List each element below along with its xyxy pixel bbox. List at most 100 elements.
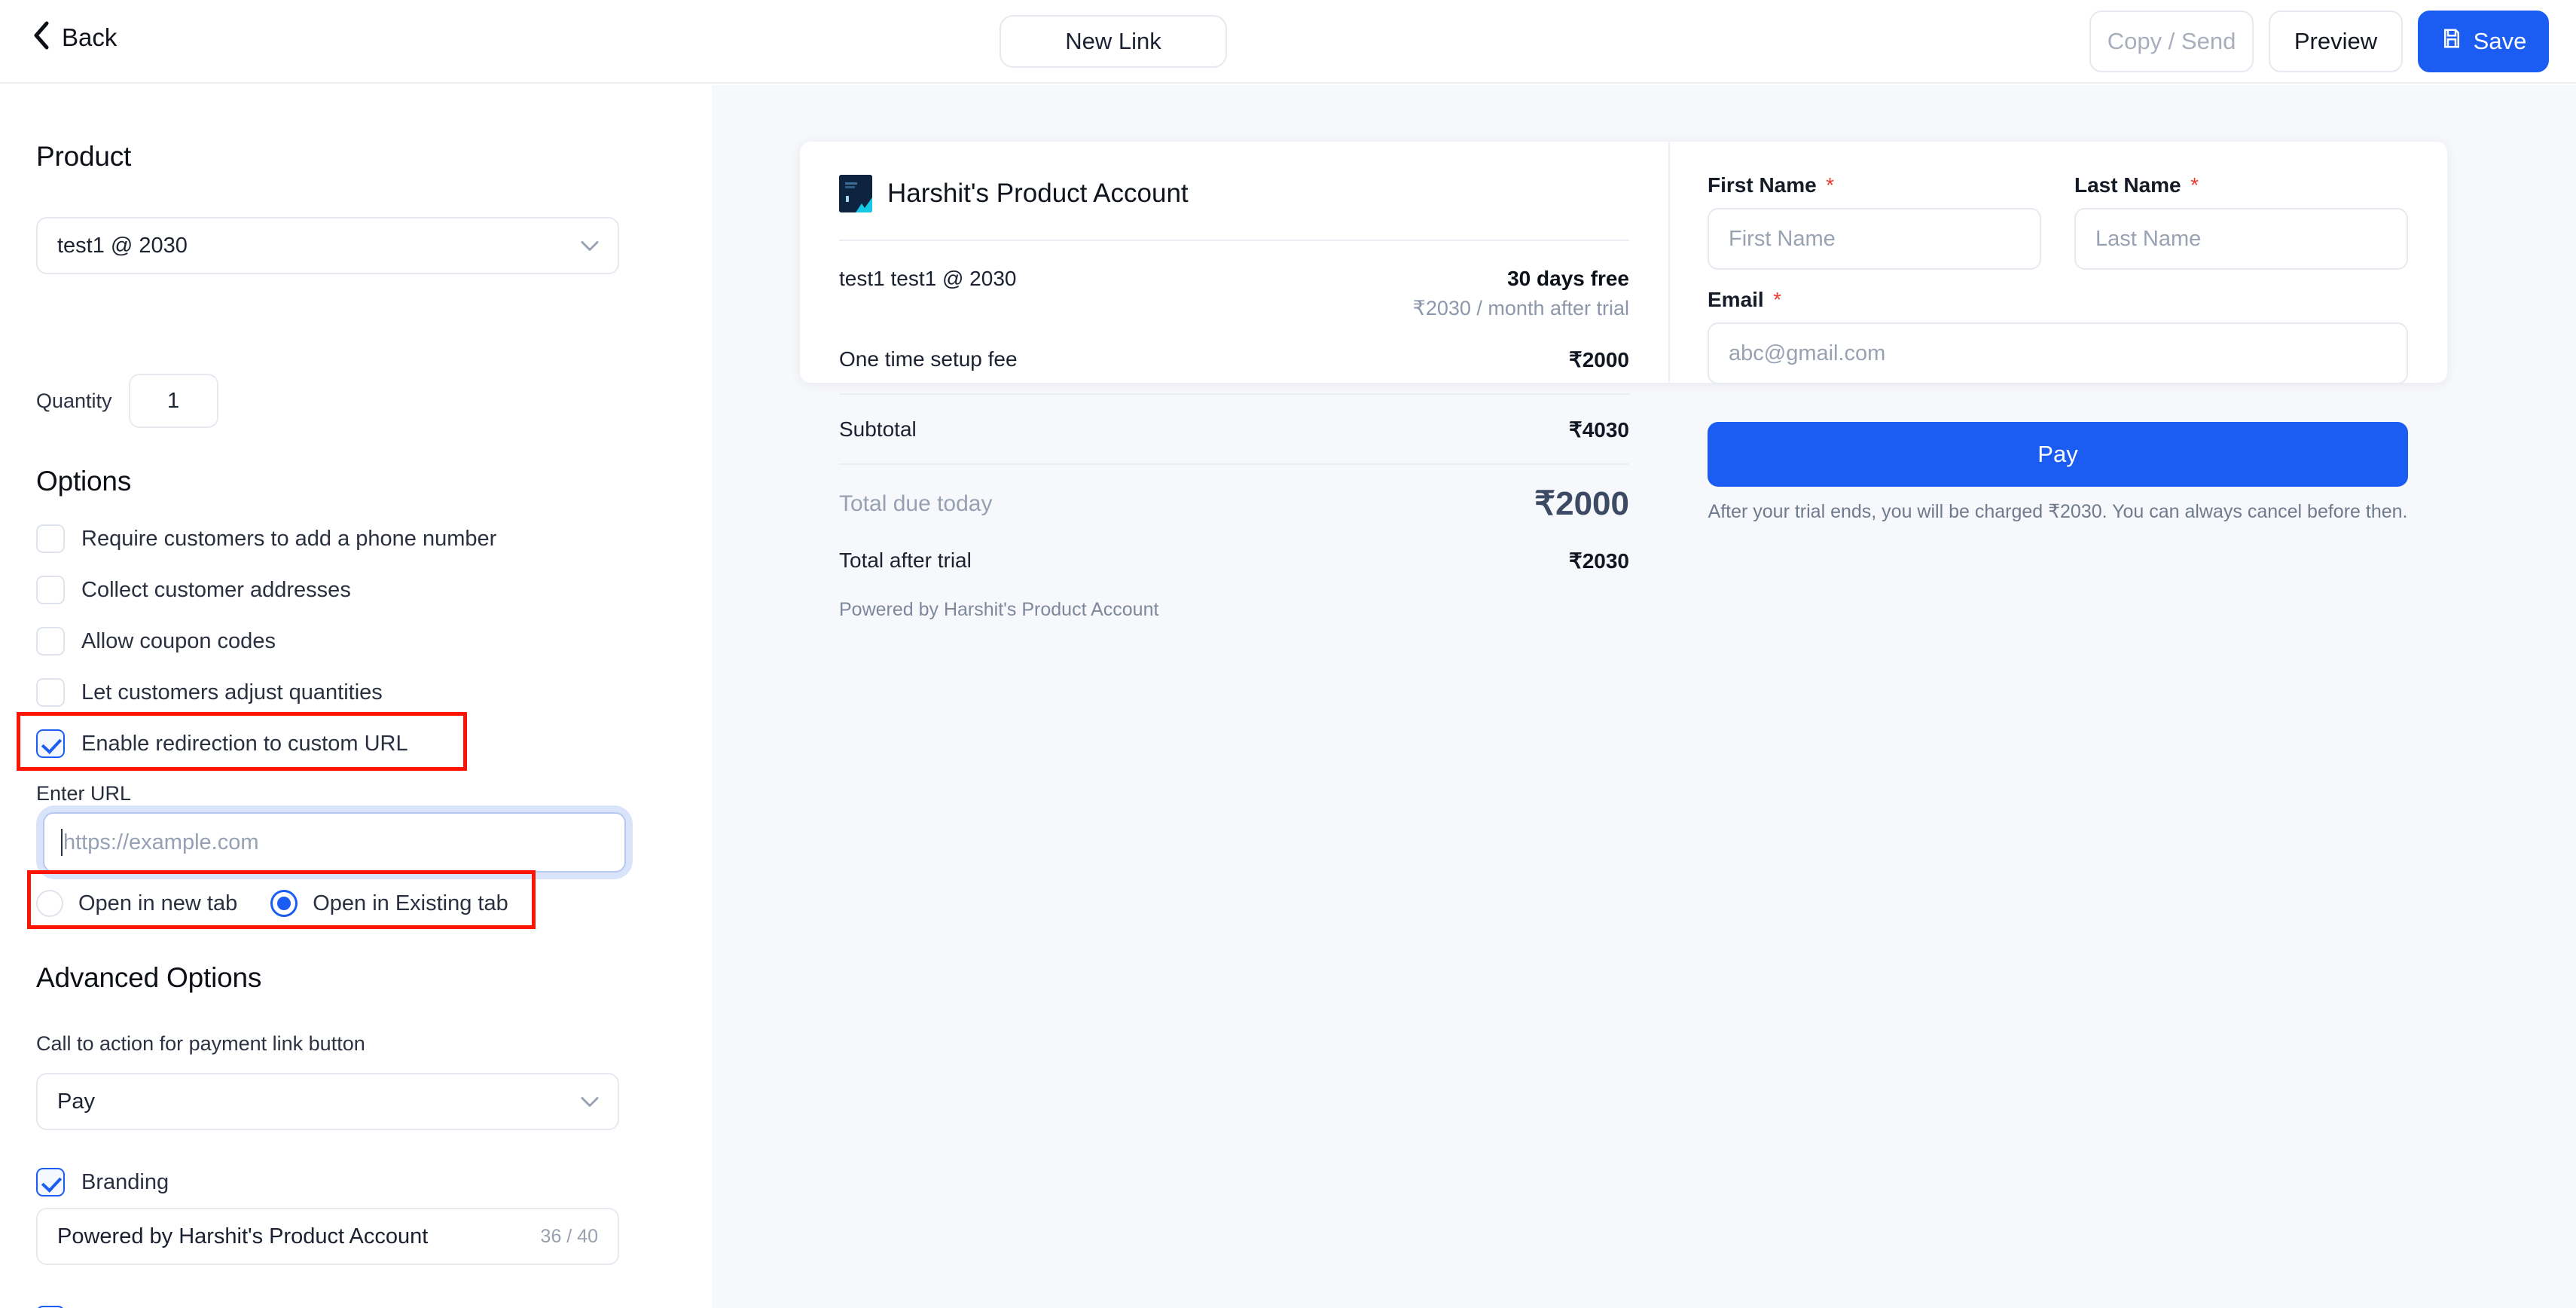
trial-block: 30 days free ₹2030 / month after trial: [1413, 267, 1629, 320]
pay-disclaimer: After your trial ends, you will be charg…: [1708, 501, 2408, 522]
top-bar: Back New Link Copy / Send Preview Save: [0, 0, 2576, 84]
last-name-placeholder: Last Name: [2095, 226, 2202, 251]
trial-subtext: ₹2030 / month after trial: [1412, 297, 1629, 319]
table-row: Subtotal ₹4030: [839, 417, 1629, 442]
option-require-phone[interactable]: Require customers to add a phone number: [36, 524, 496, 553]
total-due-row: Total due today ₹2000: [839, 484, 1629, 523]
trial-headline: 30 days free: [1507, 267, 1629, 290]
advanced-options-heading: Advanced Options: [36, 962, 262, 993]
row-amount: ₹4030: [1568, 418, 1629, 442]
merchant-logo: [839, 175, 872, 212]
radio-existing-tab[interactable]: [270, 890, 298, 917]
topbar-actions: Copy / Send Preview Save: [2089, 11, 2549, 72]
pay-button[interactable]: Pay: [1708, 422, 2408, 487]
option-collect-addresses[interactable]: Collect customer addresses: [36, 576, 351, 604]
url-field-label: Enter URL: [36, 782, 132, 805]
option-adjust-quantities[interactable]: Let customers adjust quantities: [36, 678, 383, 707]
copy-send-button[interactable]: Copy / Send: [2089, 11, 2254, 72]
first-name-label-row: First Name *: [1708, 173, 2041, 197]
radio-new-tab-label: Open in new tab: [78, 891, 238, 915]
merchant-name: Harshit's Product Account: [887, 179, 1189, 208]
email-field[interactable]: abc@gmail.com: [1708, 322, 2408, 384]
checkbox-icon[interactable]: [36, 576, 65, 604]
first-name-field[interactable]: First Name: [1708, 208, 2041, 270]
branding-value: Powered by Harshit's Product Account: [57, 1224, 429, 1248]
divider: [839, 240, 1629, 241]
back-button[interactable]: Back: [33, 21, 117, 53]
row-label: Subtotal: [839, 417, 917, 441]
cta-field-label: Call to action for payment link button: [36, 1032, 365, 1055]
options-heading: Options: [36, 466, 132, 497]
email-placeholder: abc@gmail.com: [1729, 341, 1886, 365]
new-link-chip[interactable]: New Link: [1000, 15, 1227, 68]
total-due-amount: ₹2000: [1534, 485, 1629, 522]
branding-label: Branding: [81, 1169, 169, 1194]
save-button[interactable]: Save: [2418, 11, 2549, 72]
email-label: Email: [1708, 288, 1764, 311]
card-vertical-divider: [1668, 142, 1670, 383]
divider: [839, 393, 1629, 395]
checkbox-icon[interactable]: [36, 524, 65, 553]
url-input[interactable]: https://example.com: [43, 812, 626, 873]
last-name-label-row: Last Name *: [2074, 173, 2408, 197]
quantity-input[interactable]: [128, 374, 218, 428]
back-label: Back: [62, 23, 118, 51]
branding-text-input[interactable]: Powered by Harshit's Product Account 36 …: [36, 1208, 619, 1265]
option-label: Collect customer addresses: [81, 577, 351, 602]
line-item-row: test1 test1 @ 2030 30 days free ₹2030 / …: [839, 267, 1629, 320]
quantity-label: Quantity: [36, 389, 112, 412]
table-row: One time setup fee ₹2000: [839, 347, 1629, 372]
checkout-form-column: First Name * First Name Last Name * Last…: [1668, 142, 2447, 522]
required-asterisk: *: [1773, 288, 1782, 311]
url-placeholder: https://example.com: [63, 830, 259, 854]
checkbox-icon[interactable]: [36, 627, 65, 656]
first-name-label: First Name: [1708, 173, 1817, 197]
radio-existing-tab-label: Open in Existing tab: [313, 891, 508, 915]
preview-summary-column: Harshit's Product Account test1 test1 @ …: [800, 142, 1668, 620]
required-asterisk: *: [1826, 173, 1835, 197]
first-name-placeholder: First Name: [1729, 226, 1836, 251]
chevron-down-icon: [580, 1089, 600, 1114]
save-label: Save: [2473, 28, 2527, 54]
row-amount: ₹2000: [1568, 348, 1629, 371]
chevron-down-icon: [580, 234, 600, 258]
line-item-label: test1 test1 @ 2030: [839, 267, 1017, 290]
total-after-label: Total after trial: [839, 549, 972, 572]
option-branding[interactable]: Branding: [36, 1168, 169, 1196]
url-input-focus-ring: https://example.com: [43, 812, 626, 873]
powered-by-text: Powered by Harshit's Product Account: [839, 599, 1159, 620]
option-label: Allow coupon codes: [81, 628, 276, 653]
chevron-left-icon: [33, 21, 50, 53]
branding-char-counter: 36 / 40: [540, 1225, 598, 1247]
total-after-amount: ₹2030: [1568, 549, 1629, 573]
left-config-panel: Product test1 @ 2030 Quantity Options Re…: [0, 85, 712, 1308]
save-floppy-icon: [2440, 27, 2463, 56]
quantity-row: Quantity: [36, 374, 218, 428]
preview-button[interactable]: Preview: [2269, 11, 2403, 72]
option-label: Require customers to add a phone number: [81, 526, 497, 551]
radio-new-tab[interactable]: [36, 890, 63, 917]
cta-select-value: Pay: [57, 1089, 95, 1114]
checkbox-checked-icon[interactable]: [36, 729, 65, 758]
checkout-preview-card: Harshit's Product Account test1 test1 @ …: [800, 142, 2447, 620]
last-name-field[interactable]: Last Name: [2074, 208, 2408, 270]
option-enable-redirection[interactable]: Enable redirection to custom URL: [36, 729, 408, 758]
product-heading: Product: [36, 141, 132, 172]
merchant-row: Harshit's Product Account: [839, 175, 1629, 212]
option-label: Enable redirection to custom URL: [81, 731, 408, 756]
row-label: One time setup fee: [839, 347, 1018, 371]
text-cursor: [61, 829, 63, 856]
option-label: Let customers adjust quantities: [81, 680, 383, 704]
cta-select[interactable]: Pay: [36, 1073, 619, 1130]
checkbox-icon[interactable]: [36, 678, 65, 707]
required-asterisk: *: [2190, 173, 2199, 197]
product-select[interactable]: test1 @ 2030: [36, 217, 619, 274]
preview-area: Harshit's Product Account test1 test1 @ …: [712, 85, 2576, 1308]
option-allow-coupons[interactable]: Allow coupon codes: [36, 627, 276, 656]
divider: [839, 463, 1629, 465]
redirect-target-radio-group: Open in new tab Open in Existing tab: [36, 890, 508, 917]
email-label-row: Email *: [1708, 288, 2408, 312]
checkbox-checked-icon[interactable]: [36, 1168, 65, 1196]
total-due-label: Total due today: [839, 490, 993, 516]
last-name-label: Last Name: [2074, 173, 2181, 197]
